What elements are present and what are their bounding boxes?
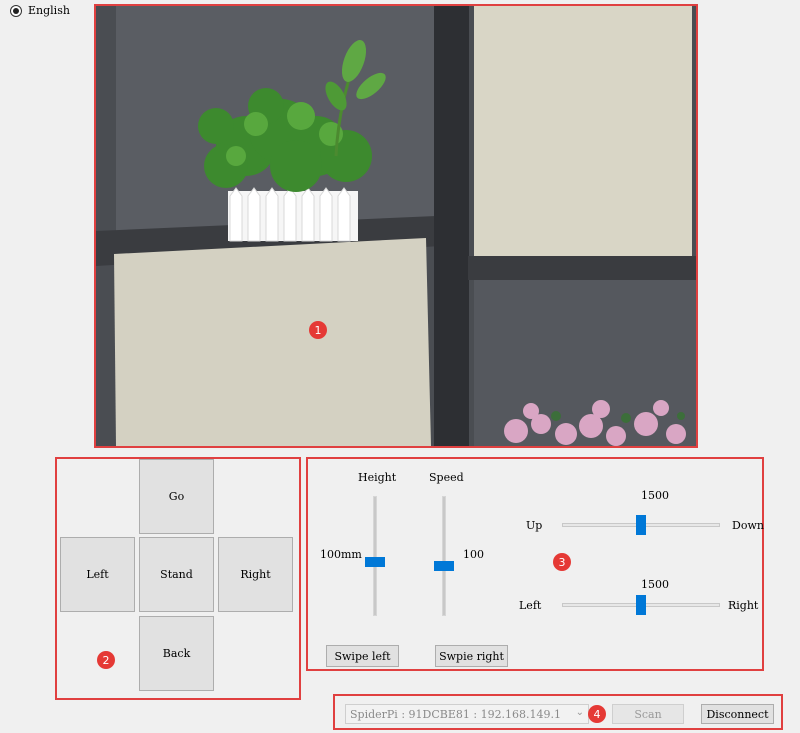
device-select-value: SpiderPi : 91DCBE81 : 192.168.149.1 bbox=[350, 707, 562, 721]
slider1-right-label: Down bbox=[732, 519, 764, 532]
left-button[interactable]: Left bbox=[60, 537, 135, 612]
slider1-left-label: Up bbox=[526, 519, 543, 532]
scan-button[interactable]: Scan bbox=[612, 704, 684, 724]
stand-button[interactable]: Stand bbox=[139, 537, 214, 612]
slider2-right-label: Right bbox=[728, 599, 759, 612]
speed-slider-thumb[interactable] bbox=[434, 560, 454, 571]
swipe-left-button[interactable]: Swipe left bbox=[326, 645, 399, 667]
annotation-marker-1: 1 bbox=[309, 321, 327, 339]
height-value: 100mm bbox=[320, 548, 362, 561]
height-slider-track[interactable] bbox=[373, 496, 377, 616]
language-option[interactable]: English bbox=[10, 4, 70, 17]
height-label: Height bbox=[358, 471, 397, 484]
slider1-value: 1500 bbox=[641, 489, 669, 502]
camera-image bbox=[96, 6, 696, 446]
slider2-left-label: Left bbox=[519, 599, 542, 612]
language-radio[interactable] bbox=[10, 4, 22, 17]
device-select[interactable]: SpiderPi : 91DCBE81 : 192.168.149.1 ⌄ bbox=[345, 704, 589, 724]
speed-label: Speed bbox=[429, 471, 464, 484]
speed-slider-track[interactable] bbox=[442, 496, 446, 616]
annotation-marker-4: 4 bbox=[588, 705, 606, 723]
right-button[interactable]: Right bbox=[218, 537, 293, 612]
annotation-marker-3: 3 bbox=[553, 553, 571, 571]
slider2-thumb[interactable] bbox=[636, 595, 646, 615]
speed-value: 100 bbox=[463, 548, 484, 561]
direction-pad: Go Left Stand Right Back 2 bbox=[55, 457, 301, 700]
connection-bar: SpiderPi : 91DCBE81 : 192.168.149.1 ⌄ 4 … bbox=[333, 694, 783, 730]
back-button[interactable]: Back bbox=[139, 616, 214, 691]
go-button[interactable]: Go bbox=[139, 459, 214, 534]
height-slider-thumb[interactable] bbox=[365, 557, 385, 567]
chevron-down-icon: ⌄ bbox=[575, 707, 584, 718]
annotation-marker-2: 2 bbox=[97, 651, 115, 669]
slider1-thumb[interactable] bbox=[636, 515, 646, 535]
controls-panel: Height Speed 100mm 100 1500 Up Down 1500… bbox=[306, 457, 764, 671]
language-label: English bbox=[28, 4, 70, 17]
swipe-right-button[interactable]: Swpie right bbox=[435, 645, 508, 667]
slider2-value: 1500 bbox=[641, 578, 669, 591]
camera-view: 1 bbox=[94, 4, 698, 448]
disconnect-button[interactable]: Disconnect bbox=[701, 704, 774, 724]
